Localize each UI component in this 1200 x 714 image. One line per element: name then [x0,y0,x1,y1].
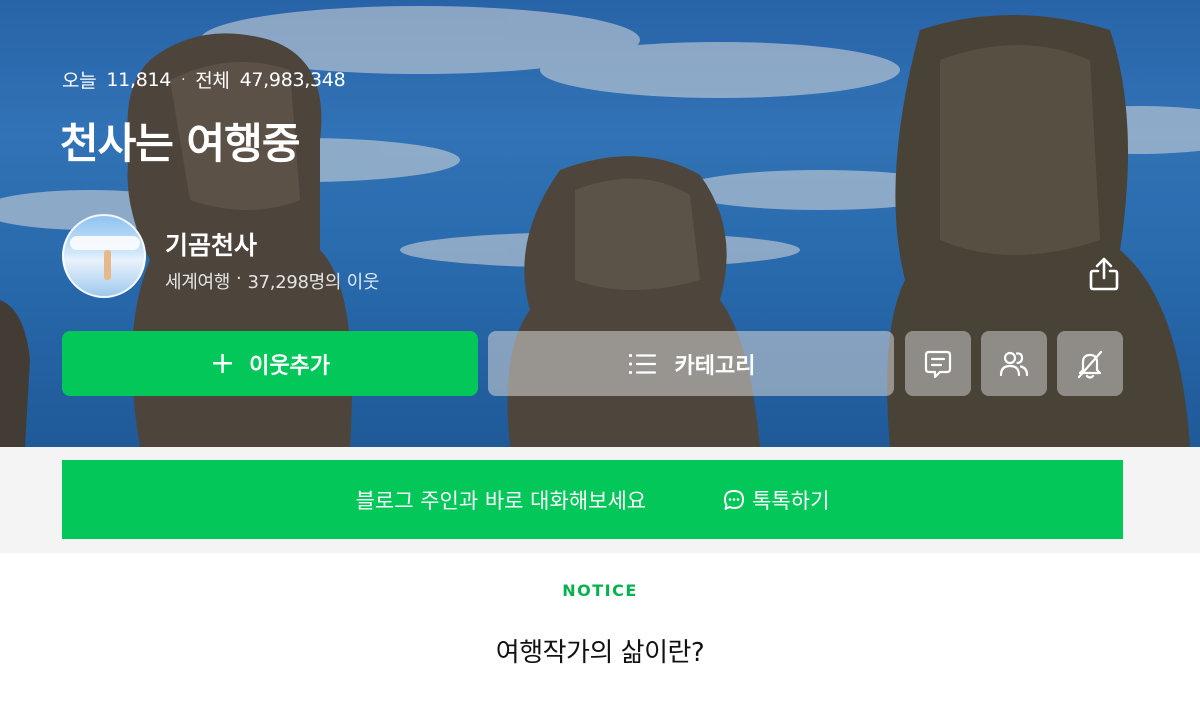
neighbors-icon [999,351,1029,376]
notification-off-icon [1077,350,1103,379]
blog-category: 세계여행 [165,272,231,293]
total-count: 47,983,348 [239,68,346,91]
notice-label: NOTICE [562,581,638,600]
category-button[interactable]: 카테고리 [488,331,894,396]
neighbors-button[interactable] [981,331,1047,396]
blog-title[interactable]: 천사는 여행중 [60,110,300,171]
blogger-nickname[interactable]: 기곰천사 [165,226,257,262]
share-icon [1089,257,1119,291]
neighbor-count[interactable]: 37,298명의 이웃 [247,268,379,294]
stats-separator: · [181,71,186,88]
plus-icon: + [209,345,236,381]
total-label: 전체 [195,70,230,92]
list-icon [628,353,656,374]
today-label: 오늘 [62,70,97,92]
guestbook-button[interactable] [905,331,971,396]
share-button[interactable] [1084,254,1124,294]
avatar-figure [104,250,111,280]
today-count: 11,814 [106,68,172,91]
notice-title[interactable]: 여행작가의 삶이란? [0,632,1200,669]
avatar-cloud [70,236,140,250]
category-label: 카테고리 [674,353,756,379]
add-neighbor-button[interactable]: + 이웃추가 [62,331,478,396]
profile-separator: · [236,268,242,289]
talk-banner[interactable]: 블로그 주인과 바로 대화해보세요 톡톡하기 [62,460,1123,539]
notification-button[interactable] [1057,331,1123,396]
chat-bubble-icon [724,489,745,510]
avatar[interactable] [62,214,146,298]
talk-button[interactable]: 톡톡하기 [722,485,829,515]
profile-subline: 세계여행 · 37,298명의 이웃 [165,268,379,294]
talk-message: 블로그 주인과 바로 대화해보세요 [355,488,647,513]
guestbook-icon [924,350,952,378]
visitor-stats: 오늘 11,814 · 전체 47,983,348 [62,66,346,93]
add-neighbor-label: 이웃추가 [249,353,331,379]
talk-button-label: 톡톡하기 [752,488,830,513]
